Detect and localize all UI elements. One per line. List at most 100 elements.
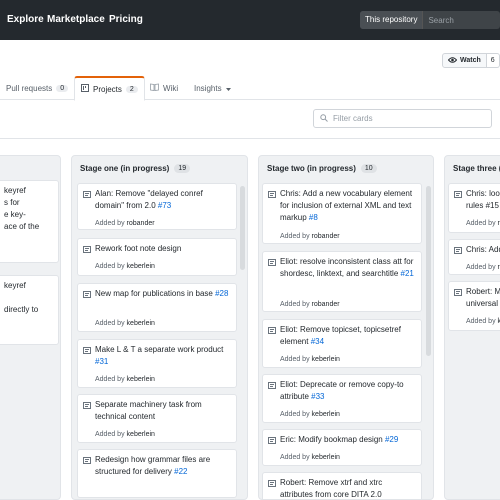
card-title-line: keyref <box>4 186 26 195</box>
project-column: Stage two (in progress) 10 Chris: Add a … <box>258 155 434 500</box>
project-card[interactable]: Rework foot note design Added by keberle… <box>77 238 237 276</box>
card-author[interactable]: robander <box>127 220 155 227</box>
nav-marketplace[interactable]: Marketplace <box>47 14 105 25</box>
card-title: Robert: M universal a <box>466 286 500 310</box>
card-title-line: directly to <box>4 305 39 314</box>
card-title: Redesign how grammar files are structure… <box>95 454 232 478</box>
search-scope-label: This repository <box>360 11 424 29</box>
added-by-label: Added by <box>280 233 310 240</box>
card-meta: Added by r <box>466 262 500 274</box>
issue-number-link[interactable]: #22 <box>174 467 187 476</box>
card-title-text: Separate machinery task from technical c… <box>95 400 202 421</box>
added-by-label: Added by <box>466 318 496 325</box>
column-title: Stage three ( <box>453 163 500 173</box>
card-title: Alan: Remove "delayed conref domain" fro… <box>95 188 232 212</box>
board-divider <box>0 138 500 139</box>
project-card[interactable]: Make L & T a separate work product #31 A… <box>77 339 237 388</box>
project-card[interactable]: keyref s for e key- ace of the <box>0 180 59 263</box>
project-card[interactable]: keyref directly to <box>0 275 59 345</box>
added-by-label: Added by <box>280 301 310 308</box>
card-author[interactable]: robander <box>312 301 340 308</box>
watch-button[interactable]: Watch <box>442 53 487 68</box>
tab-wiki[interactable]: Wiki <box>144 76 184 100</box>
project-card[interactable]: Eliot: Remove topicset, topicsetref elem… <box>262 319 422 368</box>
issue-number-link[interactable]: #21 <box>401 269 414 278</box>
card-title: New map for publications in base #28 <box>95 288 232 300</box>
eye-icon <box>447 56 458 65</box>
nav-pricing[interactable]: Pricing <box>109 14 143 25</box>
card-author[interactable]: keberlein <box>127 431 155 438</box>
issue-number-link[interactable]: #34 <box>311 337 324 346</box>
note-icon <box>454 190 462 202</box>
project-card[interactable]: Eric: Modify bookmap design #29 Added by… <box>262 429 422 466</box>
added-by-label: Added by <box>280 356 310 363</box>
card-title: Rework foot note design <box>95 243 232 255</box>
card-meta: Added by r <box>466 218 500 230</box>
watch-count[interactable]: 6 <box>486 53 500 68</box>
project-card[interactable]: Alan: Remove "delayed conref domain" fro… <box>77 183 237 230</box>
project-column: Stage three ( Chris: loos rules #15 Adde… <box>444 155 500 500</box>
card-title-line: Robert: M <box>466 287 500 296</box>
added-by-label: Added by <box>95 220 125 227</box>
card-title-text: Chris: Add a new vocabulary element for … <box>280 189 413 222</box>
card-title: Eric: Modify bookmap design #29 <box>280 434 417 446</box>
issue-number-link[interactable]: #73 <box>158 201 171 210</box>
search-icon <box>320 113 328 124</box>
tab-insights[interactable]: Insights <box>188 76 237 100</box>
issue-number-link[interactable]: #33 <box>311 392 324 401</box>
search-input[interactable]: Search <box>423 16 453 25</box>
project-card[interactable]: Redesign how grammar files are structure… <box>77 449 237 498</box>
tab-pull-requests[interactable]: Pull requests 0 <box>0 76 74 100</box>
added-by-label: Added by <box>95 263 125 270</box>
card-meta: Added by keberlein <box>95 429 155 441</box>
card-author[interactable]: keberlein <box>127 320 155 327</box>
column-header: Stage two (in progress) 10 <box>259 156 433 180</box>
card-title-line: Chris: Add <box>466 245 500 254</box>
card-title-text: Eliot: resolve inconsistent class att fo… <box>280 257 414 278</box>
project-icon <box>81 84 89 94</box>
project-card[interactable]: Robert: Remove xtrf and xtrc attributes … <box>262 472 422 499</box>
column-scrollbar[interactable] <box>240 186 245 270</box>
card-title-line: e key- <box>4 210 26 219</box>
issue-number-link[interactable]: #28 <box>215 289 228 298</box>
project-card[interactable]: Chris: Add a new vocabulary element for … <box>262 183 422 244</box>
card-title-line: keyref <box>4 281 26 290</box>
tab-label: Projects <box>93 84 122 94</box>
note-icon <box>268 190 276 202</box>
card-meta: Added by k <box>466 316 500 328</box>
card-author[interactable]: robander <box>312 233 340 240</box>
tab-projects[interactable]: Projects 2 <box>74 76 145 101</box>
repo-search[interactable]: This repository Search <box>360 11 500 29</box>
card-meta: Added by robander <box>280 299 340 311</box>
card-meta: Added by keberlein <box>280 452 340 464</box>
issue-number-link[interactable]: #8 <box>309 213 318 222</box>
watch-control: Watch 6 <box>442 53 500 68</box>
card-author[interactable]: keberlein <box>312 411 340 418</box>
project-card[interactable]: Chris: loos rules #15 Added by r <box>448 183 500 233</box>
column-header: Stage three ( <box>445 156 500 180</box>
card-title-text: Rework foot note design <box>95 244 182 253</box>
issue-number-link[interactable]: #31 <box>95 357 108 366</box>
project-card[interactable]: Eliot: Deprecate or remove copy-to attri… <box>262 374 422 423</box>
project-card[interactable]: Chris: Add Added by r <box>448 239 500 275</box>
note-icon <box>83 346 91 358</box>
card-author[interactable]: keberlein <box>312 356 340 363</box>
added-by-label: Added by <box>280 411 310 418</box>
card-title-line: s for <box>4 198 20 207</box>
card-author[interactable]: keberlein <box>127 376 155 383</box>
card-title-line: universal a <box>466 299 500 308</box>
issue-number-link[interactable]: #29 <box>385 435 398 444</box>
card-author[interactable]: keberlein <box>312 454 340 461</box>
column-count: 19 <box>174 163 191 173</box>
card-title: keyref s for e key- ace of the <box>4 185 54 233</box>
column-scrollbar[interactable] <box>426 186 431 356</box>
card-title-line: ace of the <box>4 222 40 231</box>
added-by-label: Added by <box>95 431 125 438</box>
project-card[interactable]: Eliot: resolve inconsistent class att fo… <box>262 251 422 312</box>
project-card[interactable]: Separate machinery task from technical c… <box>77 394 237 443</box>
project-card[interactable]: Robert: M universal a Added by k <box>448 281 500 331</box>
filter-cards-input[interactable]: Filter cards <box>313 109 492 128</box>
project-card[interactable]: New map for publications in base #28 Add… <box>77 283 237 332</box>
nav-explore[interactable]: Explore <box>7 14 44 25</box>
card-author[interactable]: keberlein <box>127 263 155 270</box>
